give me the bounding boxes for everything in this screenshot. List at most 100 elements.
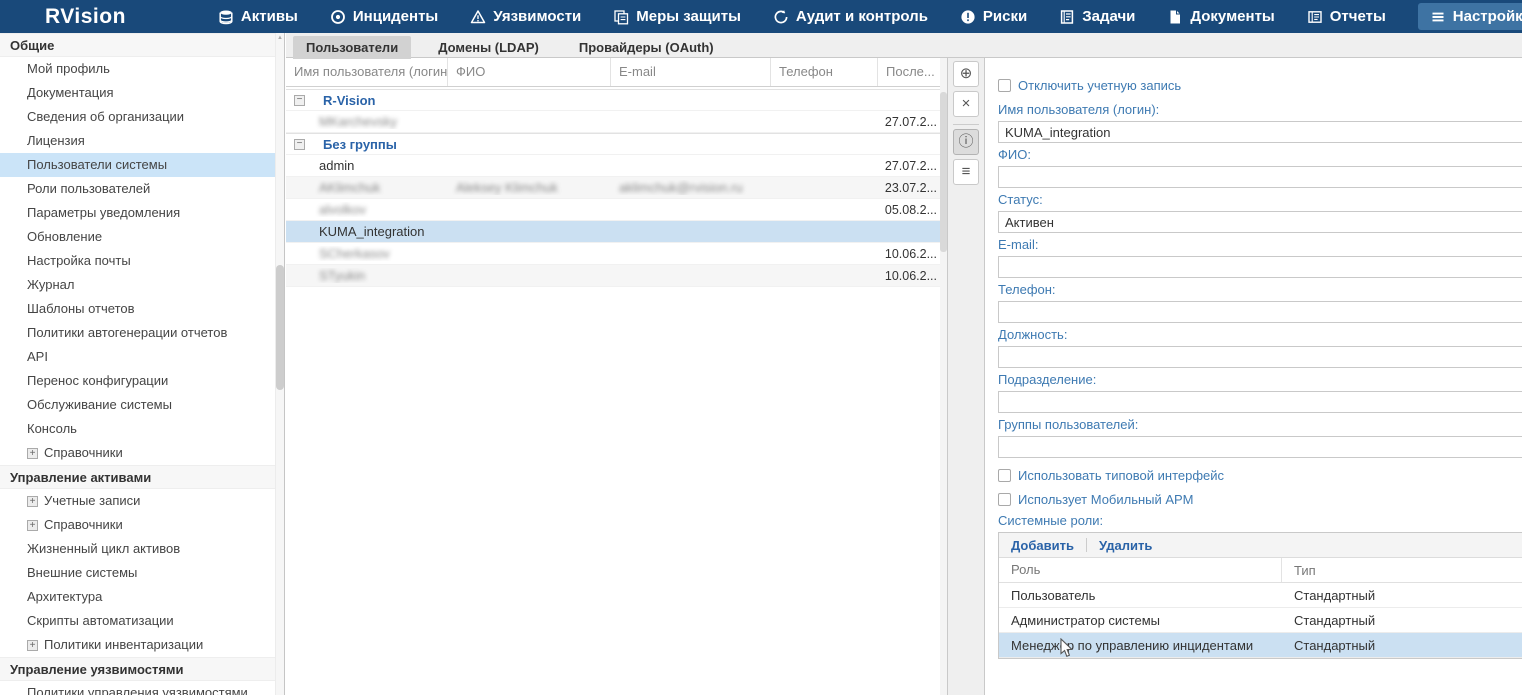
sidebar-scrollbar-thumb[interactable]	[276, 265, 284, 390]
column-header[interactable]: ФИО	[448, 58, 611, 86]
expand-plus-icon[interactable]: +	[27, 640, 38, 651]
group-row[interactable]: −R-Vision	[286, 89, 947, 111]
sidebar-item[interactable]: Обслуживание системы	[0, 393, 284, 417]
sidebar-item[interactable]: Политики автогенерации отчетов	[0, 321, 284, 345]
sidebar-item[interactable]: Пользователи системы	[0, 153, 284, 177]
column-header[interactable]: Имя пользователя (логин)↑	[286, 58, 448, 86]
sidebar-item[interactable]: Внешние системы	[0, 561, 284, 585]
expand-plus-icon[interactable]: +	[27, 520, 38, 531]
add-circle-icon[interactable]: ⊕	[953, 61, 979, 87]
sidebar-scrollbar[interactable]: ▲	[275, 33, 284, 695]
nav-item-risks[interactable]: Риски	[960, 8, 1027, 25]
info-icon[interactable]: ⓘ	[953, 129, 979, 155]
user-row[interactable]: alvolkov05.08.2...	[286, 199, 947, 221]
sidebar-item[interactable]: + Справочники	[0, 513, 284, 537]
role-row[interactable]: ПользовательСтандартный	[999, 583, 1522, 608]
column-header[interactable]: После...	[878, 58, 947, 86]
sidebar-item[interactable]: Консоль	[0, 417, 284, 441]
user-row[interactable]: MKarchevsky27.07.2...	[286, 111, 947, 133]
user-row[interactable]: admin27.07.2...	[286, 155, 947, 177]
login-field[interactable]	[998, 121, 1522, 143]
nav-item-vulnerabilities[interactable]: Уязвимости	[470, 8, 581, 25]
add-role-button[interactable]: Добавить	[1011, 538, 1074, 553]
sidebar-item-label: Справочники	[44, 517, 123, 532]
column-header[interactable]: Телефон	[771, 58, 878, 86]
group-row[interactable]: −Без группы	[286, 133, 947, 155]
role-row[interactable]: Менеджер по управлению инцидентамиСтанда…	[999, 633, 1522, 658]
position-field[interactable]	[998, 346, 1522, 368]
sidebar-item[interactable]: Обновление	[0, 225, 284, 249]
department-field[interactable]	[998, 391, 1522, 413]
nav-item-settings[interactable]: Настройки	[1418, 3, 1522, 30]
fio-field[interactable]	[998, 166, 1522, 188]
expand-plus-icon[interactable]: +	[27, 496, 38, 507]
sidebar-item[interactable]: +Справочники	[0, 441, 284, 465]
status-field[interactable]	[998, 211, 1522, 233]
user-row[interactable]: AKlimchukAleksey Klimchukaklimchuk@rvisi…	[286, 177, 947, 199]
table-scrollbar[interactable]	[940, 58, 947, 695]
sidebar-item[interactable]: Параметры уведомления	[0, 201, 284, 225]
sidebar: ОбщиеМой профильДокументацияСведения об …	[0, 33, 285, 695]
sidebar-item[interactable]: +Учетные записи	[0, 489, 284, 513]
nav-item-tasks[interactable]: Задачи	[1059, 8, 1135, 25]
user-row[interactable]: SCherkasov10.06.2...	[286, 243, 947, 265]
sidebar-item[interactable]: API	[0, 345, 284, 369]
sidebar-item-label: Внешние системы	[27, 565, 137, 580]
sidebar-item[interactable]: Архитектура	[0, 585, 284, 609]
typical-interface-checkbox-row[interactable]: Использовать типовой интерфейс	[998, 468, 1522, 483]
email-field[interactable]	[998, 256, 1522, 278]
navbar: RVision АктивыИнцидентыУязвимостиМеры за…	[0, 0, 1522, 33]
nav-item-audit[interactable]: Аудит и контроль	[773, 8, 928, 25]
sidebar-item[interactable]: Мой профиль	[0, 57, 284, 81]
sidebar-item[interactable]: Настройка почты	[0, 249, 284, 273]
sidebar-nav: ОбщиеМой профильДокументацияСведения об …	[0, 33, 284, 695]
checkbox-icon[interactable]	[998, 79, 1011, 92]
table-scrollbar-thumb[interactable]	[940, 92, 947, 252]
sidebar-item[interactable]: Жизненный цикл активов	[0, 537, 284, 561]
role-column-header[interactable]: Роль	[999, 558, 1282, 582]
sidebar-item-label: Архитектура	[27, 589, 102, 604]
type-column-header[interactable]: Тип	[1282, 563, 1522, 578]
nav-item-database[interactable]: Активы	[218, 8, 298, 25]
column-header[interactable]: E-mail	[611, 58, 771, 86]
user-row[interactable]: KUMA_integration	[286, 221, 947, 243]
disable-account-checkbox-row[interactable]: Отключить учетную запись	[998, 78, 1522, 93]
user-groups-field[interactable]	[998, 436, 1522, 458]
field-label-status: Статус:	[998, 192, 1522, 208]
sidebar-item[interactable]: Скрипты автоматизации	[0, 609, 284, 633]
tab-users[interactable]: Пользователи	[293, 36, 411, 59]
collapse-minus-icon[interactable]: −	[294, 139, 305, 150]
mobile-arm-checkbox-row[interactable]: Использует Мобильный АРМ	[998, 492, 1522, 507]
nav-item-label: Задачи	[1082, 8, 1135, 25]
delete-icon[interactable]: ×	[953, 91, 979, 117]
sidebar-item[interactable]: Лицензия	[0, 129, 284, 153]
checkbox-icon[interactable]	[998, 469, 1011, 482]
nav-item-reports[interactable]: Отчеты	[1307, 8, 1386, 25]
cell-login: alvolkov	[286, 202, 448, 217]
phone-field[interactable]	[998, 301, 1522, 323]
sidebar-item[interactable]: Шаблоны отчетов	[0, 297, 284, 321]
remove-role-button[interactable]: Удалить	[1099, 538, 1152, 553]
nav-item-measures[interactable]: Меры защиты	[613, 8, 741, 25]
sidebar-item[interactable]: Документация	[0, 81, 284, 105]
sidebar-item-label: Перенос конфигурации	[27, 373, 168, 388]
nav-item-documents[interactable]: Документы	[1167, 8, 1274, 25]
role-row[interactable]: Администратор системыСтандартный	[999, 608, 1522, 633]
user-row[interactable]: STyukin10.06.2...	[286, 265, 947, 287]
sidebar-item[interactable]: Сведения об организации	[0, 105, 284, 129]
checkbox-icon[interactable]	[998, 493, 1011, 506]
tab-domains-ldap[interactable]: Домены (LDAP)	[425, 36, 552, 59]
collapse-minus-icon[interactable]: −	[294, 95, 305, 106]
list-icon[interactable]: ≡	[953, 159, 979, 185]
scrollbar-up-icon[interactable]: ▲	[276, 35, 284, 41]
expand-plus-icon[interactable]: +	[27, 448, 38, 459]
sidebar-item[interactable]: Журнал	[0, 273, 284, 297]
sidebar-item[interactable]: +Политики инвентаризации	[0, 633, 284, 657]
sidebar-item[interactable]: Роли пользователей	[0, 177, 284, 201]
sidebar-item[interactable]: Перенос конфигурации	[0, 369, 284, 393]
tab-providers-oauth[interactable]: Провайдеры (OAuth)	[566, 36, 727, 59]
nav-item-incidents[interactable]: Инциденты	[330, 8, 438, 25]
sidebar-item[interactable]: Политики управления уязвимостями	[0, 681, 284, 695]
roles-table: Добавить Удалить Роль Тип ПользовательСт…	[998, 532, 1522, 659]
role-cell: Администратор системы	[999, 613, 1282, 628]
